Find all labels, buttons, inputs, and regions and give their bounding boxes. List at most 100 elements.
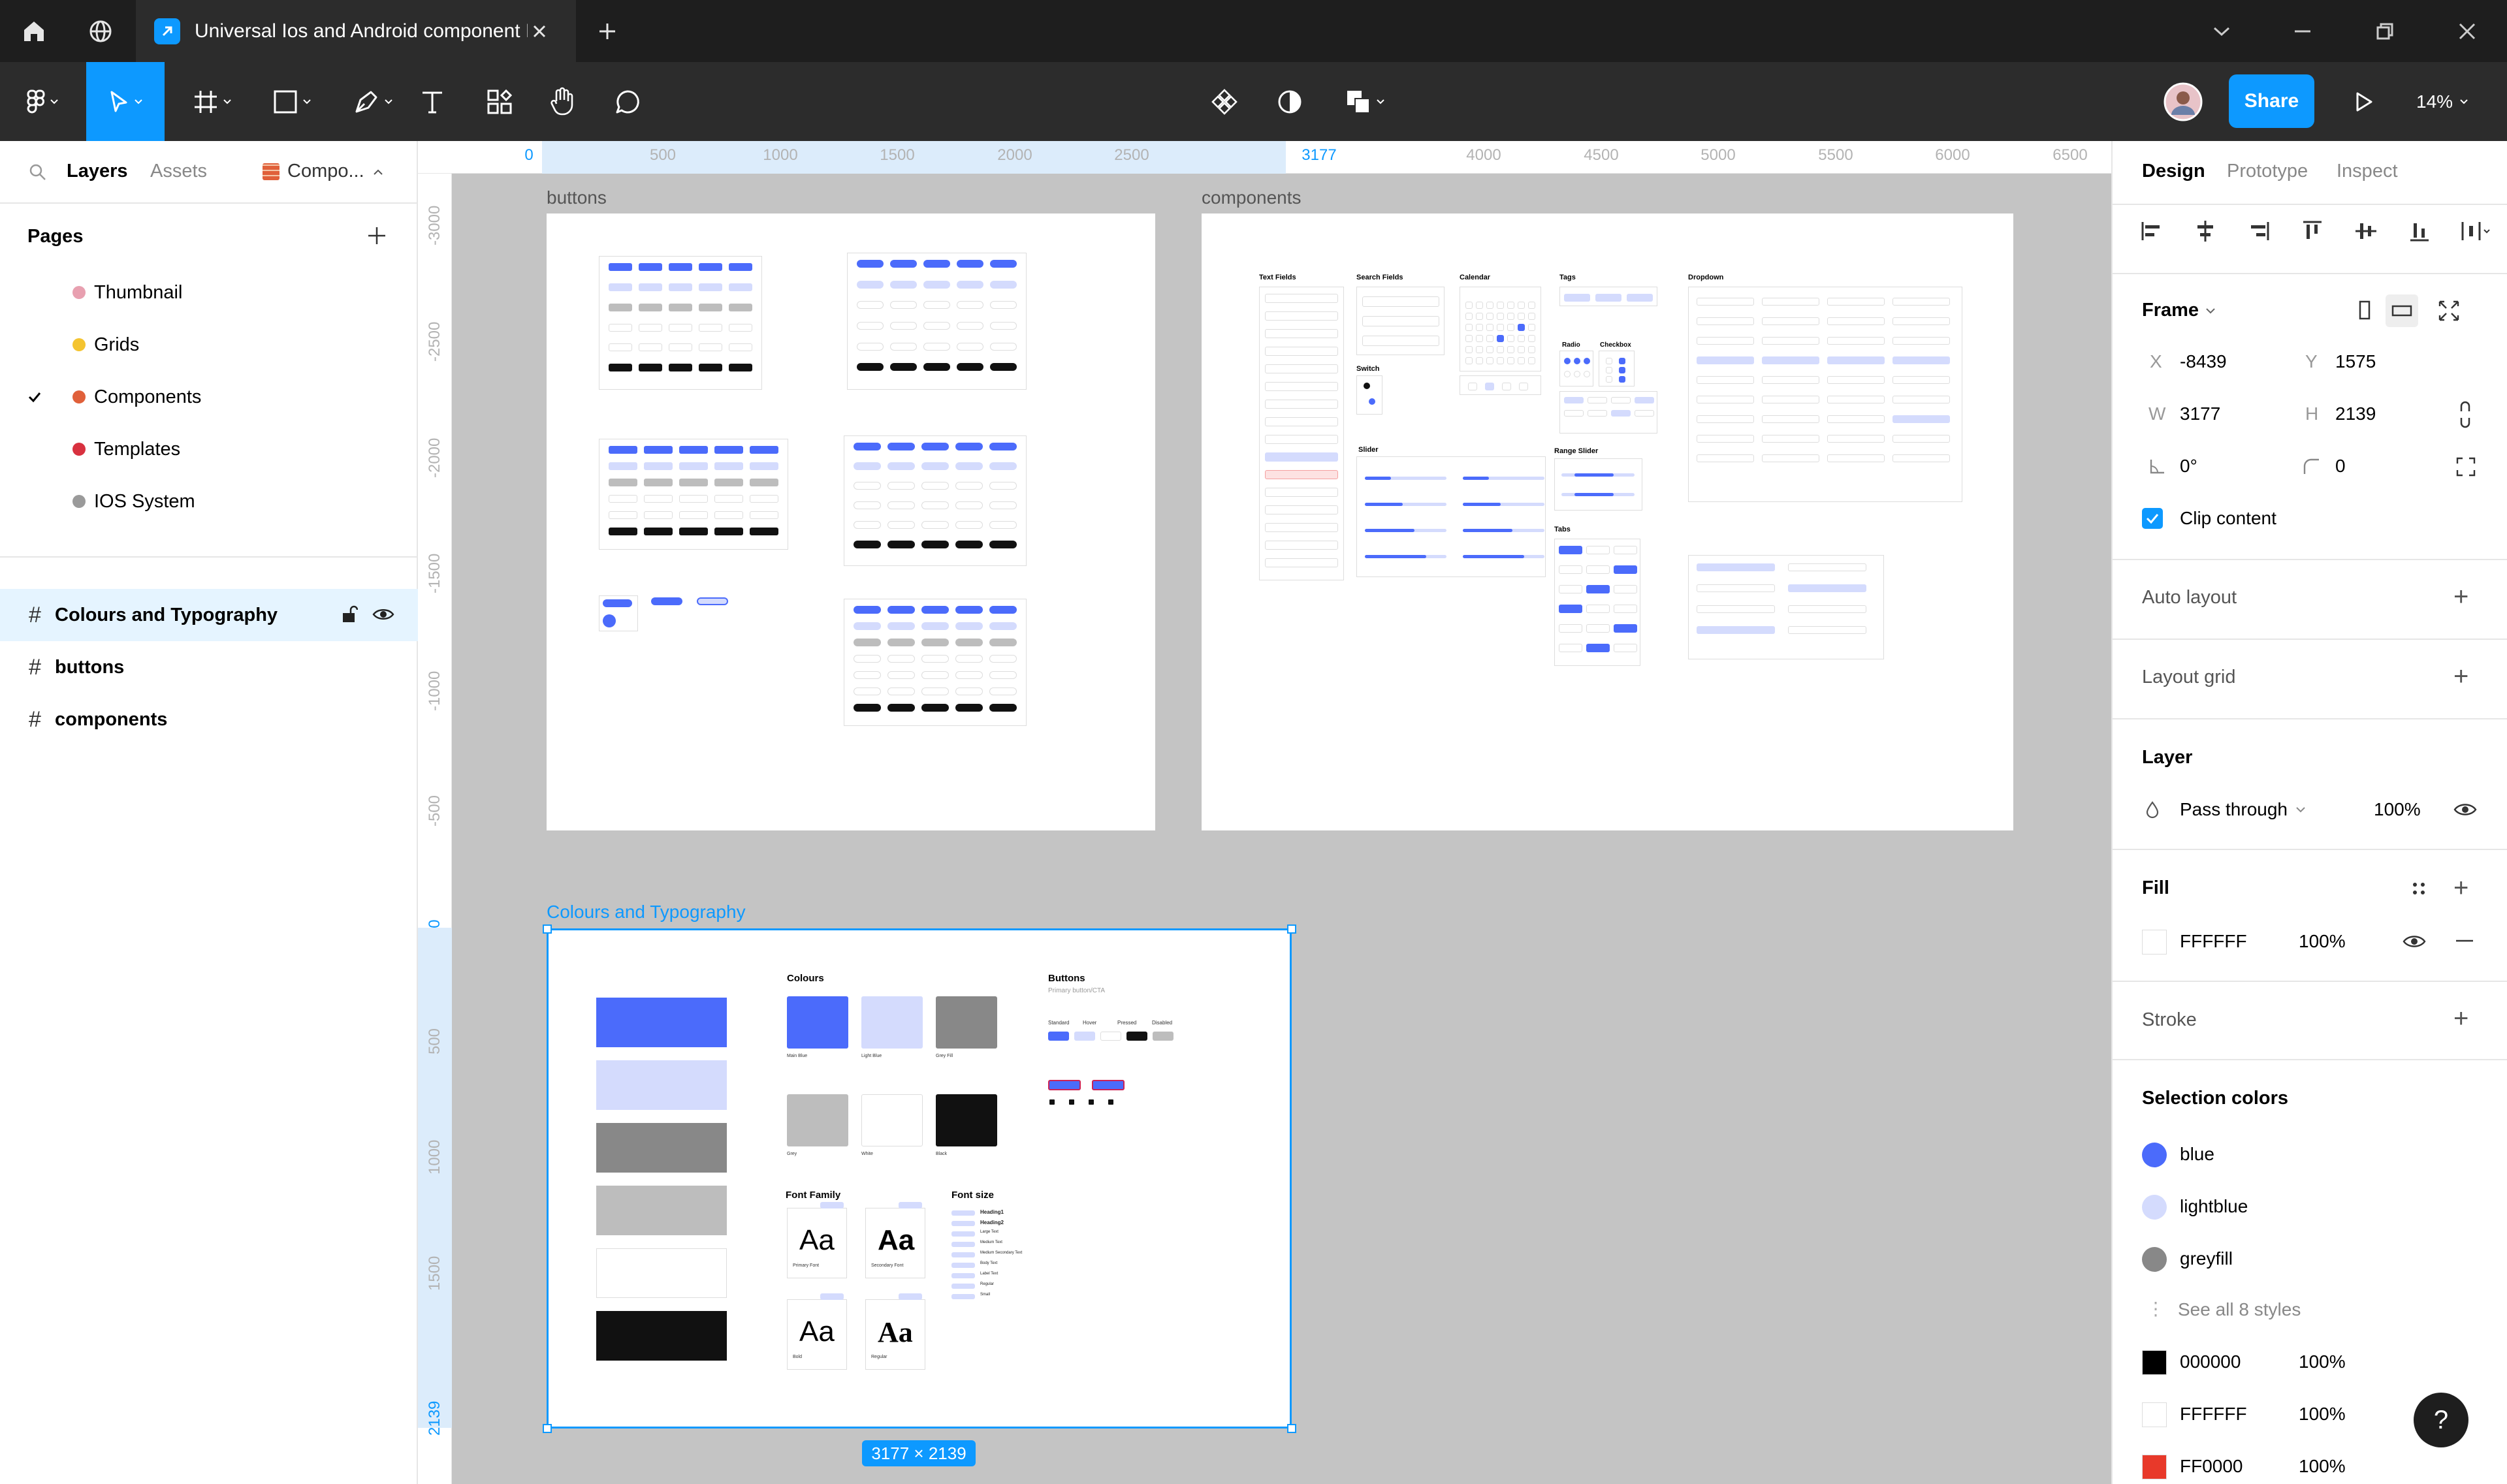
align-top-icon[interactable] [2299,218,2325,244]
tab-design[interactable]: Design [2142,161,2205,182]
eye-icon[interactable] [372,607,394,622]
align-center-vertical-icon[interactable] [2353,218,2379,244]
buttons-frame[interactable] [547,213,1155,830]
add-layout-grid-plus-icon[interactable]: + [2453,663,2468,689]
distribute-icon[interactable] [2460,218,2491,244]
add-stroke-plus-icon[interactable]: + [2453,1005,2468,1032]
restore-icon[interactable] [2354,0,2416,62]
fill-opacity-field[interactable]: 100% [2299,931,2346,952]
file-tab[interactable]: Universal Ios and Android component L [136,0,576,62]
boolean-tool[interactable] [1332,62,1397,141]
selection-style-swatch[interactable] [2142,1195,2167,1220]
width-field[interactable]: 3177 [2180,403,2220,424]
mask-tool[interactable] [1267,62,1313,141]
selection-style-swatch[interactable] [2142,1143,2167,1167]
align-bottom-icon[interactable] [2406,218,2433,244]
fill-swatch[interactable] [2142,930,2167,955]
x-field[interactable]: -8439 [2180,351,2227,372]
main-menu-figma-icon[interactable] [13,62,72,141]
selection-color-hex[interactable]: 000000 [2180,1351,2241,1372]
selection-color-hex[interactable]: FF0000 [2180,1456,2243,1477]
selection-style-swatch[interactable] [2142,1247,2167,1272]
rotation-field[interactable]: 0° [2180,456,2197,477]
search-icon[interactable] [29,163,47,182]
fill-hex-field[interactable]: FFFFFF [2180,931,2247,952]
tab-inspect[interactable]: Inspect [2337,161,2398,182]
selection-color-swatch[interactable] [2142,1350,2167,1375]
eye-icon[interactable] [2403,934,2426,949]
selection-color-hex[interactable]: FFFFFF [2180,1404,2247,1425]
close-window-icon[interactable] [2436,0,2498,62]
selection-style-name[interactable]: lightblue [2180,1196,2248,1217]
page-item[interactable]: Templates [0,423,418,475]
resize-to-fit-icon[interactable] [2437,299,2461,323]
tab-layers[interactable]: Layers [67,161,128,182]
page-item[interactable]: Thumbnail [0,266,418,319]
selection-color-swatch[interactable] [2142,1455,2167,1479]
help-button[interactable]: ? [2414,1393,2468,1447]
layer-opacity-field[interactable]: 100% [2374,799,2421,820]
canvas[interactable]: buttons components Text Fields Search Fi… [453,174,2111,1484]
layer-item[interactable]: # components [0,693,418,746]
add-auto-layout-plus-icon[interactable]: + [2453,584,2468,610]
create-component-tool[interactable] [1202,62,1247,141]
add-page-plus-icon[interactable] [366,225,388,247]
align-right-icon[interactable] [2246,218,2272,244]
resize-handle[interactable] [543,924,552,934]
fill-styles-grid-icon[interactable] [2409,879,2429,898]
add-fill-plus-icon[interactable]: + [2453,875,2468,901]
resize-handle[interactable] [1287,1424,1296,1433]
see-all-styles-link[interactable]: See all 8 styles [2178,1299,2301,1320]
zoom-dropdown[interactable]: 14% [2416,62,2468,141]
frame-label-buttons[interactable]: buttons [547,187,607,208]
frame-label-colours-typography[interactable]: Colours and Typography [547,902,746,923]
resize-handle[interactable] [543,1424,552,1433]
minimize-icon[interactable] [2271,0,2333,62]
layer-item[interactable]: # buttons [0,641,418,693]
frame-tool[interactable] [176,62,248,141]
layer-item[interactable]: # Colours and Typography [0,589,418,641]
constrain-proportions-icon[interactable] [2459,401,2472,428]
corner-radius-field[interactable]: 0 [2335,456,2346,477]
clip-content-checkbox[interactable] [2142,508,2163,529]
user-avatar[interactable] [2162,62,2205,141]
comment-tool[interactable] [605,62,650,141]
chevron-down-icon[interactable] [2190,0,2252,62]
page-switcher[interactable]: Compo... [263,161,384,182]
selection-color-opacity[interactable]: 100% [2299,1404,2346,1425]
unlock-icon[interactable] [341,605,358,624]
close-tab-icon[interactable] [532,24,547,39]
selection-style-name[interactable]: blue [2180,1144,2214,1165]
text-tool[interactable] [411,62,453,141]
selection-color-opacity[interactable]: 100% [2299,1351,2346,1372]
y-field[interactable]: 1575 [2335,351,2376,372]
selection-color-opacity[interactable]: 100% [2299,1456,2346,1477]
remove-fill-minus-icon[interactable] [2455,939,2474,943]
home-icon[interactable] [3,0,65,62]
globe-icon[interactable] [69,0,131,62]
frame-label-components[interactable]: components [1202,187,1301,208]
independent-corners-icon[interactable] [2455,456,2477,478]
align-center-horizontal-icon[interactable] [2192,218,2218,244]
present-play-icon[interactable] [2344,62,2384,141]
components-frame[interactable]: Text Fields Search Fields Calendar Tags … [1202,213,2013,830]
tab-prototype[interactable]: Prototype [2227,161,2308,182]
resources-tool[interactable] [477,62,522,141]
landscape-orientation-button[interactable] [2386,294,2418,327]
new-tab-plus-icon[interactable] [576,0,638,62]
tab-assets[interactable]: Assets [150,161,207,182]
align-left-icon[interactable] [2139,218,2165,244]
selection-style-name[interactable]: greyfill [2180,1248,2233,1269]
selection-color-swatch[interactable] [2142,1402,2167,1427]
page-item[interactable]: IOS System [0,475,418,528]
hand-tool[interactable] [539,62,585,141]
share-button[interactable]: Share [2229,74,2314,128]
move-tool[interactable] [86,62,165,141]
eye-icon[interactable] [2453,802,2477,817]
frame-type-dropdown[interactable]: Frame [2142,300,2216,321]
page-item[interactable]: Grids [0,319,418,371]
page-item[interactable]: Components [0,371,418,423]
blend-mode-dropdown[interactable]: Pass through [2180,799,2306,820]
portrait-orientation-icon[interactable] [2355,298,2374,324]
resize-handle[interactable] [1287,924,1296,934]
